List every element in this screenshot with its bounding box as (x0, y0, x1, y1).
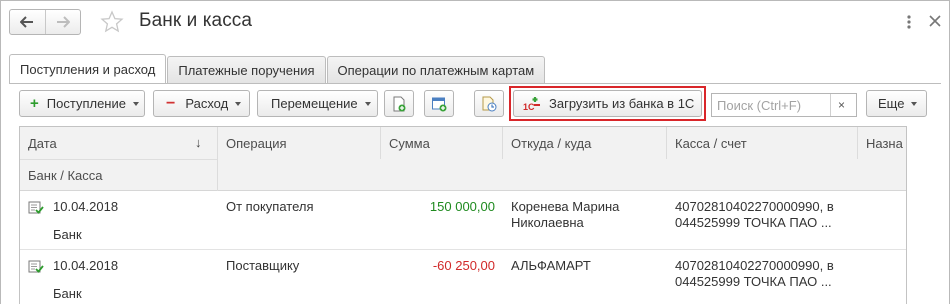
receipt-button[interactable]: + Поступление (19, 90, 145, 117)
plus-icon: + (30, 95, 39, 112)
cell-operation: Поставщику (226, 258, 300, 273)
table-row[interactable]: 10.04.2018 Банк От покупателя 150 000,00… (20, 192, 906, 250)
document-clock-icon (482, 96, 497, 111)
tab-divider (9, 83, 941, 84)
chevron-down-icon (132, 101, 139, 106)
chevron-down-icon (364, 101, 371, 106)
template-add-icon (432, 97, 447, 111)
cell-counterparty: АЛЬФАМАРТ (511, 258, 591, 273)
table-row[interactable]: 10.04.2018 Банк Поставщику -60 250,00 АЛ… (20, 251, 906, 304)
forward-button[interactable] (44, 10, 81, 34)
cell-counterparty: Коренева Марина (511, 199, 620, 214)
column-header-purpose[interactable]: Назна (858, 127, 906, 159)
clear-search-button[interactable]: × (830, 94, 852, 116)
page-title: Банк и касса (139, 10, 253, 31)
minus-icon: − (166, 94, 176, 112)
cell-counterparty-continued: Николаевна (511, 215, 584, 230)
cell-bank-cash: Банк (53, 286, 82, 301)
close-icon[interactable] (928, 14, 942, 28)
column-date-label: Дата (28, 135, 57, 151)
tab-payment-orders[interactable]: Платежные поручения (167, 56, 326, 83)
tab-bar: Поступления и расход Платежные поручения… (9, 54, 546, 83)
cell-amount: 150 000,00 (429, 199, 495, 214)
column-header-account[interactable]: Касса / счет (667, 127, 857, 159)
cell-account-continued: 044525999 ТОЧКА ПАО ... (675, 215, 832, 230)
load-from-bank-button[interactable]: 1C Загрузить из банка в 1С (513, 90, 702, 117)
bank-import-icon: 1C (523, 96, 540, 112)
more-label: Еще (878, 96, 905, 111)
expense-label: Расход (185, 96, 229, 111)
column-header-amount[interactable]: Сумма (381, 127, 502, 159)
cell-bank-cash: Банк (53, 227, 82, 242)
svg-text:1C: 1C (523, 102, 535, 112)
search-field: × (711, 93, 857, 117)
cell-date: 10.04.2018 (53, 258, 119, 273)
arrow-left-icon (20, 16, 34, 28)
navigation-buttons (9, 9, 81, 35)
schedule-button[interactable] (474, 90, 504, 117)
more-button[interactable]: Еще (866, 90, 927, 117)
back-button[interactable] (10, 10, 45, 34)
column-header-counterparty[interactable]: Откуда / куда (503, 127, 666, 159)
tab-receipts-expenses[interactable]: Поступления и расход (9, 54, 167, 83)
load-from-bank-label: Загрузить из банка в 1С (549, 96, 695, 111)
create-by-template-button[interactable] (424, 90, 454, 117)
transfer-label: Перемещение (271, 96, 358, 111)
document-add-icon (393, 96, 406, 111)
column-header-date[interactable]: Дата (20, 127, 217, 159)
chevron-down-icon (911, 101, 918, 106)
transfer-button[interactable]: Перемещение (257, 90, 378, 117)
column-header-operation[interactable]: Операция (218, 127, 380, 159)
posted-document-icon (28, 201, 44, 214)
copy-document-button[interactable] (384, 90, 414, 117)
posted-document-icon (28, 260, 44, 273)
sort-descending-icon[interactable]: ↓ (195, 135, 202, 150)
arrow-right-icon (56, 16, 70, 28)
receipt-label: Поступление (46, 96, 126, 111)
search-input[interactable] (712, 97, 830, 113)
cell-operation: От покупателя (226, 199, 314, 214)
cell-account: 40702810402270000990, в (675, 258, 834, 273)
documents-table: Дата ↓ Банк / Касса Операция Сумма Откуд… (19, 126, 907, 304)
favorite-star-icon[interactable] (100, 10, 124, 34)
expense-button[interactable]: − Расход (153, 90, 250, 117)
cell-account: 40702810402270000990, в (675, 199, 834, 214)
chevron-down-icon (235, 101, 242, 106)
cell-date: 10.04.2018 (53, 199, 119, 214)
tab-card-operations[interactable]: Операции по платежным картам (326, 56, 546, 83)
cell-amount: -60 250,00 (432, 258, 495, 273)
table-header: Дата ↓ Банк / Касса Операция Сумма Откуд… (20, 127, 906, 191)
more-menu-icon[interactable] (900, 14, 918, 30)
column-header-bank-cash[interactable]: Банк / Касса (20, 159, 217, 191)
cell-account-continued: 044525999 ТОЧКА ПАО ... (675, 274, 832, 289)
